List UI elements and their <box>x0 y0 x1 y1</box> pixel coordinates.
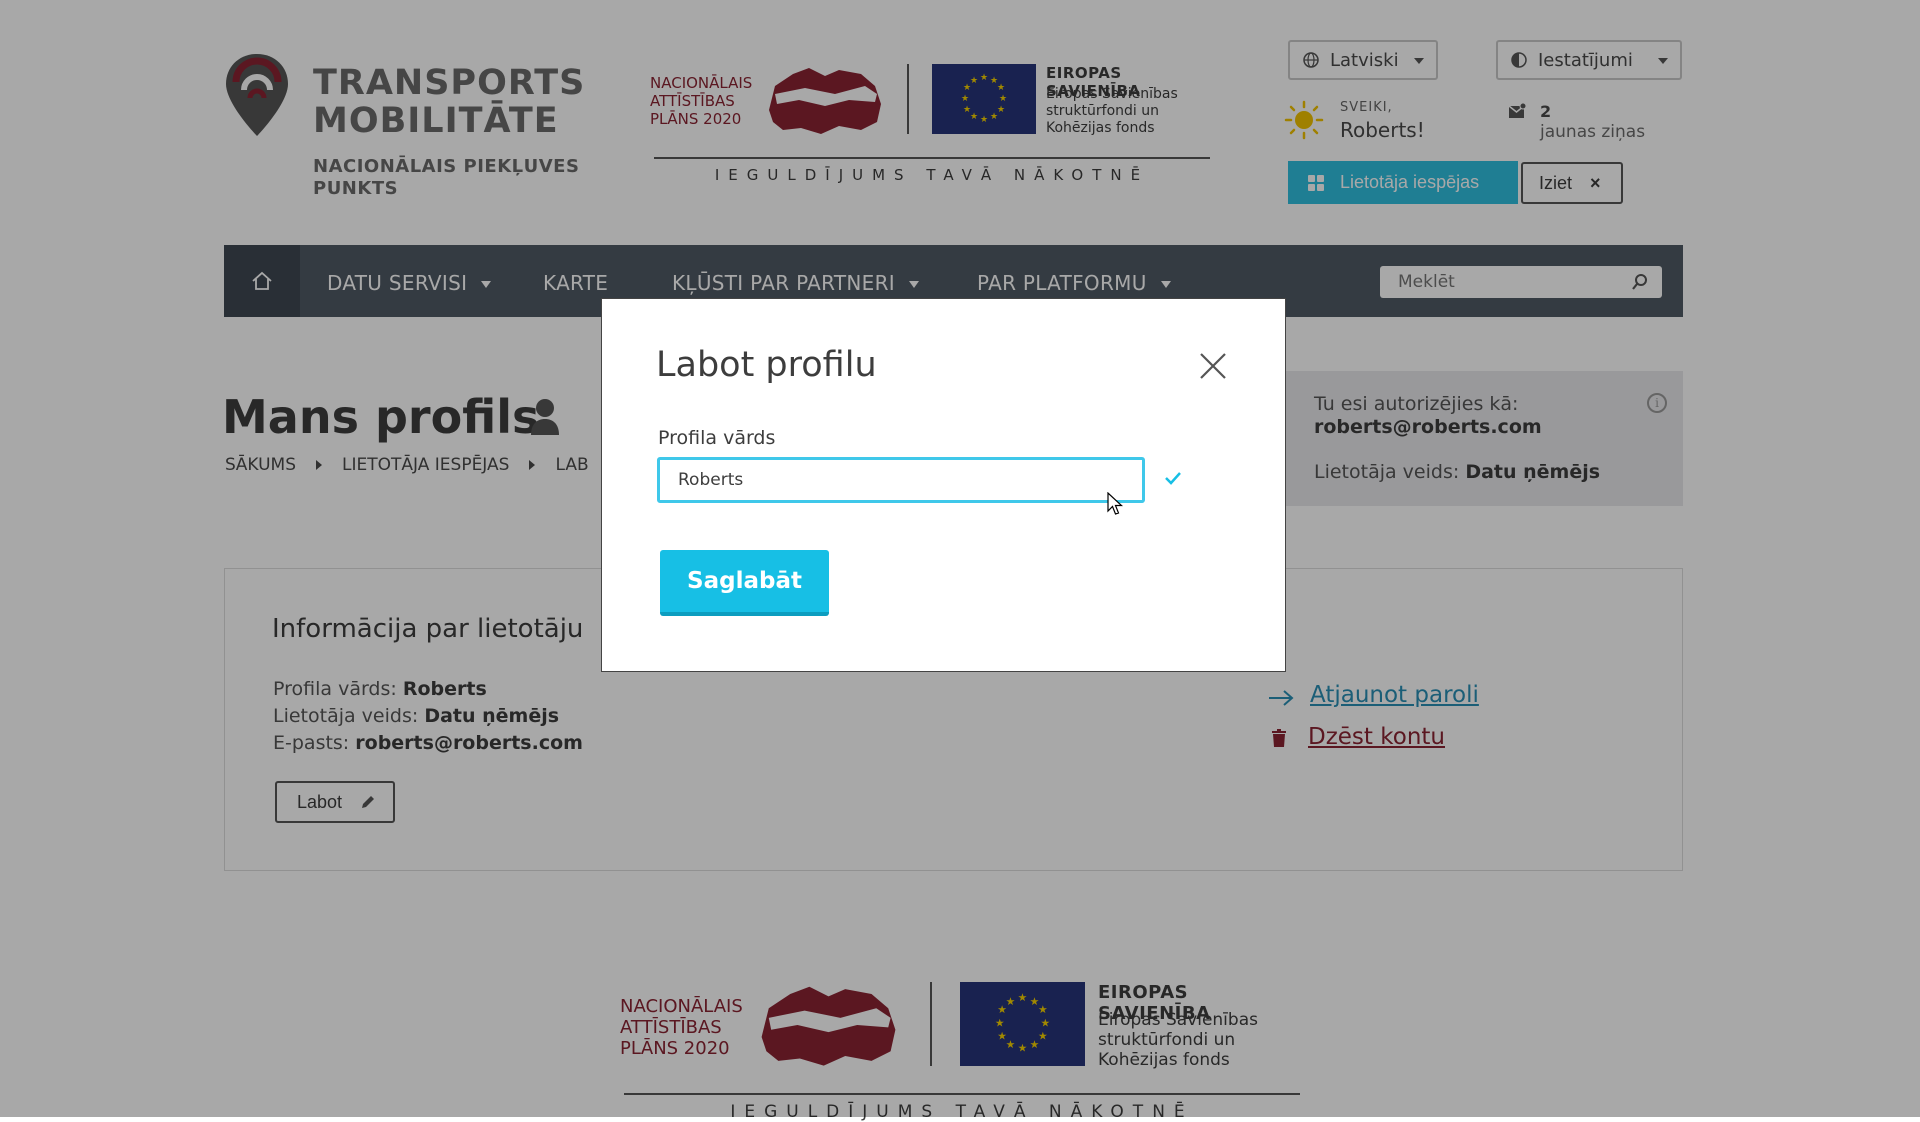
edit-profile-modal: Labot profilu Profila vārds Saglabāt <box>601 298 1286 672</box>
modal-close-button[interactable] <box>1198 351 1228 381</box>
profile-name-label: Profila vārds <box>658 427 776 449</box>
profile-name-input[interactable] <box>657 457 1145 503</box>
checkmark-icon <box>1165 472 1181 485</box>
mouse-cursor-icon <box>1107 492 1123 515</box>
save-button[interactable]: Saglabāt <box>660 550 829 616</box>
page: TRANSPORTS MOBILITĀTE NACIONĀLAIS PIEKĻU… <box>0 0 1920 1122</box>
close-icon <box>1200 353 1226 379</box>
modal-title: Labot profilu <box>656 345 877 385</box>
